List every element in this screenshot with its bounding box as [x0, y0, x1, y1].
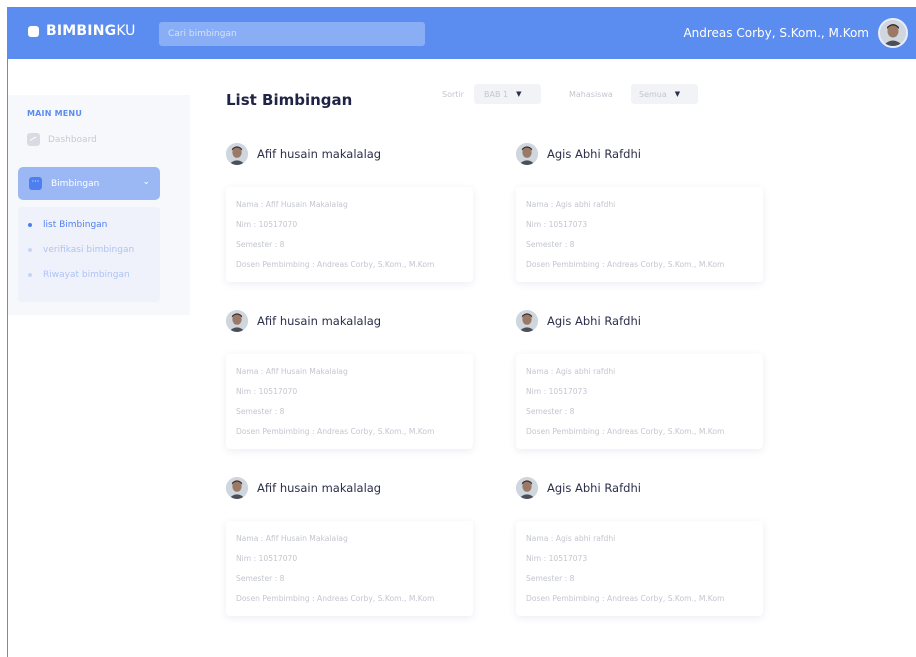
top-header: BIMBING KU Andreas Corby, S.Kom., M.Kom	[8, 7, 916, 59]
submenu-item-riwayat-bimbingan[interactable]: Riwayat bimbingan	[28, 270, 130, 280]
student-card[interactable]: Nama : Agis abhi rafdhi Nim : 10517073 S…	[516, 354, 763, 449]
person-photo-icon	[516, 310, 538, 332]
app-frame: BIMBING KU Andreas Corby, S.Kom., M.Kom …	[7, 7, 916, 657]
user-avatar[interactable]	[878, 18, 908, 48]
student-card[interactable]: Nama : Afif Husain Makalalag Nim : 10517…	[226, 354, 473, 449]
student-name: Agis Abhi Rafdhi	[547, 481, 641, 495]
chevron-down-icon: ▼	[674, 90, 681, 98]
student-entry[interactable]: Agis Abhi Rafdhi Nama : Agis abhi rafdhi…	[516, 141, 766, 282]
student-nim: Nim : 10517070	[236, 554, 298, 563]
student-dosen: Dosen Pembimbing : Andreas Corby, S.Kom.…	[236, 594, 435, 603]
student-name: Afif husain makalalag	[257, 481, 382, 495]
person-photo-icon	[516, 143, 538, 165]
search-input[interactable]	[159, 22, 425, 46]
sidebar-item-label: Bimbingan	[51, 178, 100, 189]
student-semester: Semester : 8	[526, 240, 575, 249]
student-avatar	[516, 310, 538, 332]
sidebar-item-dashboard[interactable]: Dashboard	[27, 133, 97, 146]
chart-line-icon	[27, 133, 40, 146]
brand-logo[interactable]: BIMBING KU	[28, 23, 135, 39]
student-entry[interactable]: Agis Abhi Rafdhi Nama : Agis abhi rafdhi…	[516, 475, 766, 616]
sidebar-item-bimbingan[interactable]: ··· Bimbingan ⌄	[18, 167, 160, 200]
sort-select[interactable]: BAB 1 ▼	[474, 84, 541, 104]
submenu-item-label: verifikasi bimbingan	[43, 245, 135, 255]
person-photo-icon	[226, 477, 248, 499]
student-avatar	[226, 310, 248, 332]
student-card[interactable]: Nama : Agis abhi rafdhi Nim : 10517073 S…	[516, 187, 763, 282]
student-semester: Semester : 8	[526, 407, 575, 416]
brand-name-light: KU	[116, 23, 136, 39]
student-entry[interactable]: Afif husain makalalag Nama : Afif Husain…	[226, 308, 476, 449]
main-menu-label: MAIN MENU	[27, 109, 83, 118]
student-dosen: Dosen Pembimbing : Andreas Corby, S.Kom.…	[236, 260, 435, 269]
student-entry[interactable]: Afif husain makalalag Nama : Afif Husain…	[226, 475, 476, 616]
student-card[interactable]: Nama : Afif Husain Makalalag Nim : 10517…	[226, 521, 473, 616]
student-nama: Nama : Afif Husain Makalalag	[236, 367, 348, 376]
student-name: Afif husain makalalag	[257, 147, 382, 161]
bullet-icon	[28, 248, 32, 252]
student-nama: Nama : Agis abhi rafdhi	[526, 367, 616, 376]
student-avatar	[516, 143, 538, 165]
student-semester: Semester : 8	[236, 407, 285, 416]
student-nama: Nama : Agis abhi rafdhi	[526, 534, 616, 543]
mahasiswa-select[interactable]: Semua ▼	[631, 84, 698, 104]
student-card[interactable]: Nama : Agis abhi rafdhi Nim : 10517073 S…	[516, 521, 763, 616]
student-header: Afif husain makalalag	[226, 475, 476, 501]
student-dosen: Dosen Pembimbing : Andreas Corby, S.Kom.…	[236, 427, 435, 436]
student-header: Agis Abhi Rafdhi	[516, 141, 766, 167]
person-photo-icon	[226, 310, 248, 332]
submenu-item-verifikasi-bimbingan[interactable]: verifikasi bimbingan	[28, 245, 134, 255]
mahasiswa-value: Semua	[639, 89, 667, 99]
student-dosen: Dosen Pembimbing : Andreas Corby, S.Kom.…	[526, 594, 725, 603]
student-avatar	[226, 477, 248, 499]
chevron-down-icon: ▼	[516, 90, 522, 98]
submenu-item-label: list Bimbingan	[43, 220, 108, 230]
student-name: Agis Abhi Rafdhi	[547, 147, 641, 161]
student-card[interactable]: Nama : Afif Husain Makalalag Nim : 10517…	[226, 187, 473, 282]
student-entry[interactable]: Agis Abhi Rafdhi Nama : Agis abhi rafdhi…	[516, 308, 766, 449]
brand-name-bold: BIMBING	[46, 23, 117, 39]
sort-value: BAB 1	[484, 89, 509, 99]
dots-icon: ···	[29, 177, 42, 190]
student-header: Afif husain makalalag	[226, 141, 476, 167]
student-dosen: Dosen Pembimbing : Andreas Corby, S.Kom.…	[526, 260, 725, 269]
student-semester: Semester : 8	[236, 574, 285, 583]
person-photo-icon	[226, 143, 248, 165]
student-nim: Nim : 10517070	[236, 220, 298, 229]
student-nama: Nama : Afif Husain Makalalag	[236, 534, 348, 543]
student-nama: Nama : Afif Husain Makalalag	[236, 200, 348, 209]
student-header: Agis Abhi Rafdhi	[516, 475, 766, 501]
student-avatar	[226, 143, 248, 165]
sort-label: Sortir	[442, 90, 464, 99]
bullet-icon	[28, 273, 32, 277]
page-title: List Bimbingan	[226, 91, 353, 109]
person-photo-icon	[516, 477, 538, 499]
student-nama: Nama : Agis abhi rafdhi	[526, 200, 616, 209]
student-dosen: Dosen Pembimbing : Andreas Corby, S.Kom.…	[526, 427, 725, 436]
submenu-item-label: Riwayat bimbingan	[43, 270, 130, 280]
student-nim: Nim : 10517073	[526, 387, 588, 396]
sidebar-item-label: Dashboard	[48, 134, 97, 145]
submenu-item-list-bimbingan[interactable]: list Bimbingan	[28, 220, 107, 230]
bullet-icon	[28, 223, 32, 227]
student-semester: Semester : 8	[526, 574, 575, 583]
student-header: Afif husain makalalag	[226, 308, 476, 334]
student-entry[interactable]: Afif husain makalalag Nama : Afif Husain…	[226, 141, 476, 282]
student-nim: Nim : 10517070	[236, 387, 298, 396]
brand-square-icon	[28, 25, 39, 37]
student-nim: Nim : 10517073	[526, 554, 588, 563]
student-avatar	[516, 477, 538, 499]
student-header: Agis Abhi Rafdhi	[516, 308, 766, 334]
student-nim: Nim : 10517073	[526, 220, 588, 229]
user-name[interactable]: Andreas Corby, S.Kom., M.Kom	[683, 26, 869, 40]
student-semester: Semester : 8	[236, 240, 285, 249]
student-name: Agis Abhi Rafdhi	[547, 314, 641, 328]
mahasiswa-label: Mahasiswa	[569, 90, 613, 99]
person-photo-icon	[880, 20, 906, 46]
student-name: Afif husain makalalag	[257, 314, 382, 328]
sidebar: MAIN MENU Dashboard ··· Bimbingan ⌄ list…	[8, 95, 190, 315]
chevron-down-icon: ⌄	[142, 177, 150, 187]
bimbingan-submenu: list Bimbingan verifikasi bimbingan Riwa…	[18, 207, 160, 302]
